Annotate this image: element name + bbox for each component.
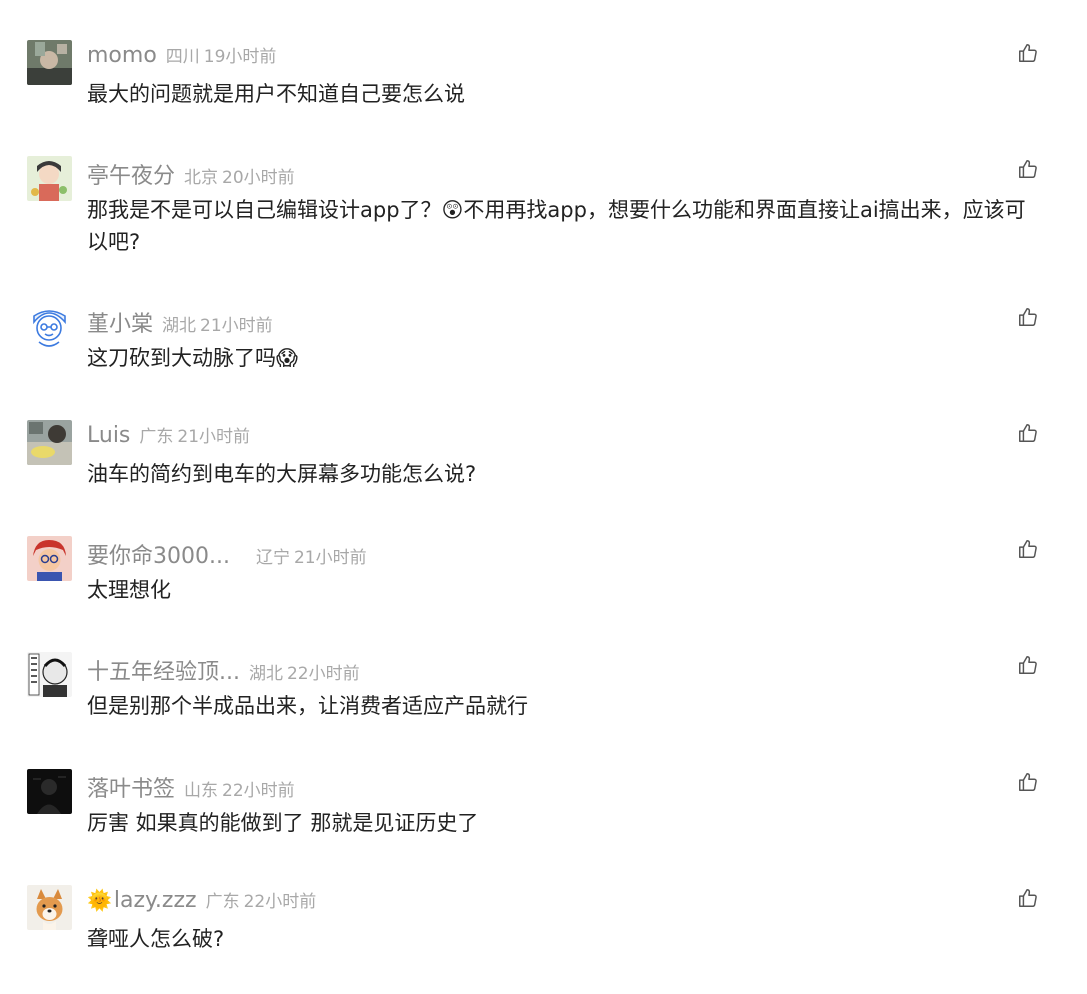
comment-header: Luis 广东 21小时前 [87, 422, 250, 452]
location: 广东 [205, 892, 240, 912]
comment-header: momo 四川 19小时前 [87, 42, 276, 72]
timestamp: 20小时前 [222, 168, 295, 188]
thumbs-up-icon[interactable] [1017, 654, 1039, 676]
thumbs-up-icon[interactable] [1017, 538, 1039, 560]
comment-header: 要你命3000... 辽宁 21小时前 [87, 538, 367, 570]
username-text: lazy.zzz [113, 888, 197, 913]
comment-text: 但是别那个半成品出来，让消费者适应产品就行 [87, 694, 528, 718]
comment-header: 十五年经验顶... 湖北 22小时前 [87, 654, 360, 686]
location: 湖北 [248, 664, 283, 684]
avatar[interactable] [27, 40, 72, 85]
comment-text: 这刀砍到大动脉了吗😱 [87, 346, 298, 370]
sun-icon: 🌞 [87, 888, 112, 912]
location: 湖北 [162, 316, 197, 336]
thumbs-up-icon[interactable] [1017, 42, 1039, 64]
comment-text: 厉害 如果真的能做到了 那就是见证历史了 [87, 811, 479, 835]
location: 山东 [184, 781, 219, 801]
username[interactable]: 🌞lazy.zzz [87, 888, 197, 913]
avatar[interactable] [27, 156, 72, 201]
timestamp: 21小时前 [177, 427, 251, 447]
comment-text: 最大的问题就是用户不知道自己要怎么说 [87, 82, 465, 106]
timestamp: 22小时前 [222, 781, 295, 801]
thumbs-up-icon[interactable] [1017, 422, 1039, 444]
username[interactable]: 落叶书签 [87, 771, 175, 803]
avatar[interactable] [27, 420, 72, 465]
username[interactable]: 亭午夜分 [87, 158, 175, 190]
comment-text: 太理想化 [87, 578, 171, 602]
comment-header: 亭午夜分 北京 20小时前 [87, 158, 295, 190]
timestamp: 22小时前 [286, 664, 360, 684]
comment-text: 油车的简约到电车的大屏幕多功能怎么说? [87, 462, 477, 486]
username[interactable]: momo [87, 43, 157, 68]
avatar[interactable] [27, 536, 72, 581]
avatar[interactable] [27, 652, 72, 697]
username[interactable]: 十五年经验顶... [87, 654, 240, 686]
location: 辽宁 [255, 548, 290, 568]
timestamp: 21小时前 [293, 548, 367, 568]
avatar[interactable] [27, 885, 72, 930]
comment-header: 堇小棠 湖北 21小时前 [87, 306, 273, 338]
location: 北京 [184, 168, 219, 188]
comment-header: 🌞lazy.zzz 广东 22小时前 [87, 887, 316, 917]
username[interactable]: 要你命3000... [87, 538, 230, 570]
username[interactable]: 堇小棠 [87, 306, 153, 338]
username[interactable]: Luis [87, 423, 130, 448]
timestamp: 19小时前 [203, 47, 277, 67]
avatar[interactable] [27, 304, 72, 349]
thumbs-up-icon[interactable] [1017, 887, 1039, 909]
thumbs-up-icon[interactable] [1017, 158, 1039, 180]
comment-text: 聋哑人怎么破? [87, 927, 225, 951]
location: 四川 [165, 47, 200, 67]
location: 广东 [139, 427, 174, 447]
timestamp: 22小时前 [243, 892, 317, 912]
comment-text: 那我是不是可以自己编辑设计app了？😲不用再找app，想要什么功能和界面直接让a… [87, 198, 1026, 254]
avatar[interactable] [27, 769, 72, 814]
timestamp: 21小时前 [200, 316, 273, 336]
thumbs-up-icon[interactable] [1017, 771, 1039, 793]
comment-header: 落叶书签 山东 22小时前 [87, 771, 295, 803]
thumbs-up-icon[interactable] [1017, 306, 1039, 328]
